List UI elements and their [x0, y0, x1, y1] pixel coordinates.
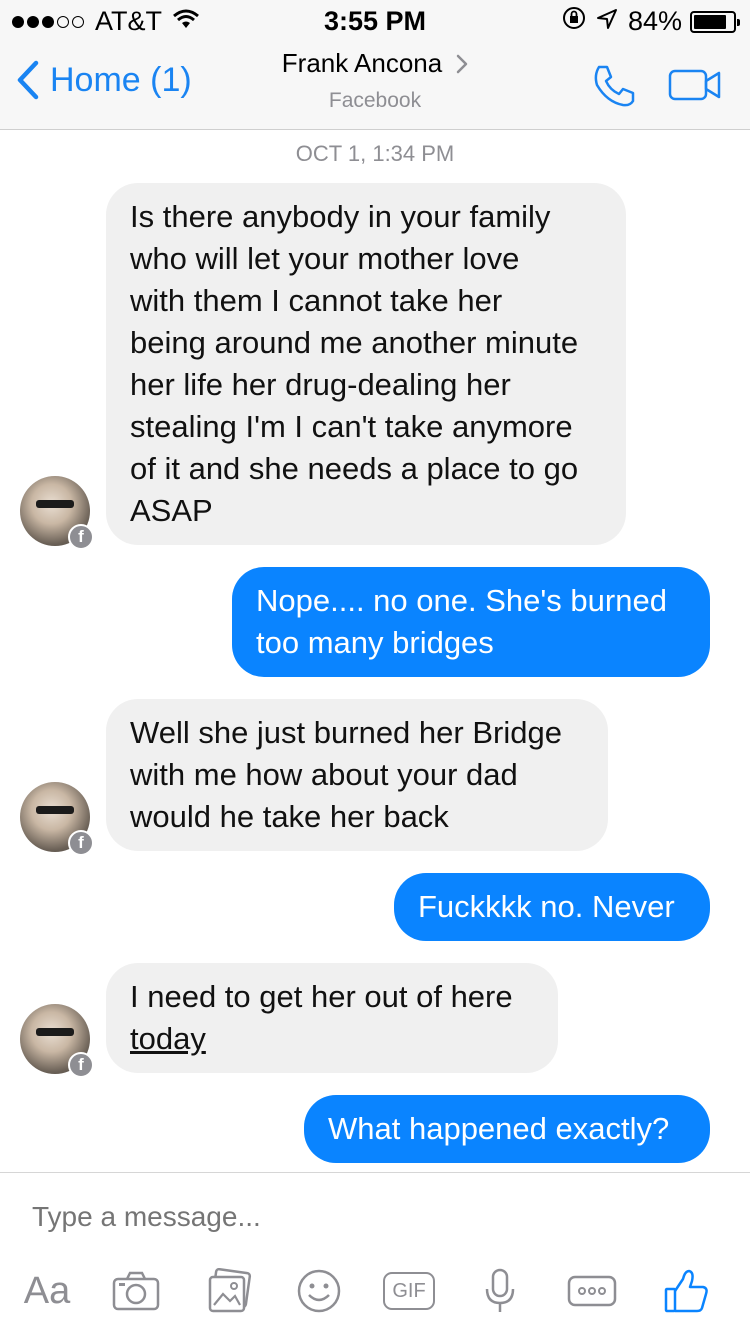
- emoji-button[interactable]: [294, 1263, 344, 1319]
- message-line: stealing I'm I can't take anymore: [130, 409, 573, 444]
- message-line: ASAP: [130, 493, 213, 528]
- incoming-message-bubble[interactable]: I need to get her out of here today: [106, 963, 558, 1073]
- more-options-button[interactable]: [566, 1263, 618, 1319]
- emoji-icon: [297, 1269, 341, 1313]
- camera-button[interactable]: [108, 1263, 164, 1319]
- rotation-lock-icon: [562, 6, 586, 37]
- microphone-button[interactable]: [480, 1263, 520, 1319]
- camera-icon: [112, 1271, 160, 1311]
- gif-label: GIF: [392, 1279, 426, 1302]
- message-line: Well she just burned her Bridge: [130, 715, 562, 750]
- contact-avatar[interactable]: f: [20, 782, 94, 856]
- photo-icon: [208, 1268, 252, 1313]
- message-line: with me how about your dad: [130, 757, 518, 792]
- photo-button[interactable]: [204, 1263, 254, 1319]
- text-format-button[interactable]: Aa: [18, 1263, 76, 1319]
- message-timestamp: OCT 1, 1:34 PM: [295, 141, 455, 166]
- battery-percent: 84%: [627, 6, 682, 36]
- contact-avatar[interactable]: f: [20, 476, 94, 550]
- message-input[interactable]: [32, 1201, 712, 1233]
- outgoing-message-bubble[interactable]: Nope.... no one. She's burned too many b…: [232, 567, 710, 677]
- conversation-header: Home (1) Frank Ancona Facebook: [0, 40, 750, 130]
- message-line: would he take her back: [130, 799, 449, 834]
- message-line: being around me another minute: [130, 325, 579, 360]
- message-line: What happened exactly?: [328, 1111, 670, 1146]
- facebook-badge-icon: f: [68, 830, 94, 856]
- message-line: too many bridges: [256, 625, 494, 660]
- video-call-button[interactable]: [668, 68, 722, 107]
- like-button[interactable]: [662, 1263, 712, 1319]
- microphone-icon: [485, 1268, 515, 1312]
- back-button[interactable]: Home (1): [16, 60, 192, 100]
- message-line: Is there anybody in your family: [130, 199, 551, 234]
- message-line: her life her drug-dealing her: [130, 367, 511, 402]
- more-icon: [567, 1275, 617, 1307]
- message-line: I need to get her out of here: [130, 979, 513, 1014]
- text-format-label: Aa: [23, 1269, 71, 1312]
- outgoing-message-bubble[interactable]: Fuckkkk no. Never: [394, 873, 710, 941]
- chevron-right-icon: [456, 54, 468, 73]
- message-line-link[interactable]: today: [130, 1018, 534, 1060]
- gif-icon: GIF: [383, 1272, 435, 1310]
- location-icon: [596, 6, 618, 37]
- outgoing-message-bubble[interactable]: What happened exactly?: [304, 1095, 710, 1163]
- message-line: with them I cannot take her: [130, 283, 503, 318]
- phone-icon: [594, 65, 635, 107]
- contact-avatar[interactable]: f: [20, 1004, 94, 1078]
- message-line: Nope.... no one. She's burned: [256, 583, 667, 618]
- message-line: who will let your mother love: [130, 241, 520, 276]
- chevron-left-icon: [17, 60, 39, 100]
- message-composer: Aa: [0, 1172, 750, 1334]
- incoming-message-bubble[interactable]: Well she just burned her Bridge with me …: [106, 699, 608, 851]
- phone-call-button[interactable]: [590, 62, 638, 115]
- message-line: Fuckkkk no. Never: [418, 889, 675, 924]
- contact-name: Frank Ancona: [281, 48, 443, 78]
- composer-toolbar: Aa GIF: [0, 1263, 750, 1323]
- gif-button[interactable]: GIF: [382, 1263, 436, 1319]
- like-icon: [664, 1269, 708, 1313]
- status-right: 84%: [562, 6, 740, 37]
- contact-subtitle: Facebook: [328, 89, 422, 112]
- contact-title[interactable]: Frank Ancona Facebook: [200, 48, 550, 113]
- status-bar: AT&T 3:55 PM 84%: [0, 0, 750, 40]
- battery-icon: [690, 10, 740, 33]
- message-line: of it and she needs a place to go: [130, 451, 579, 486]
- facebook-badge-icon: f: [68, 1052, 94, 1078]
- back-label: Home (1): [50, 60, 192, 99]
- video-camera-icon: [668, 69, 721, 101]
- facebook-badge-icon: f: [68, 524, 94, 550]
- incoming-message-bubble[interactable]: Is there anybody in your family who will…: [106, 183, 626, 545]
